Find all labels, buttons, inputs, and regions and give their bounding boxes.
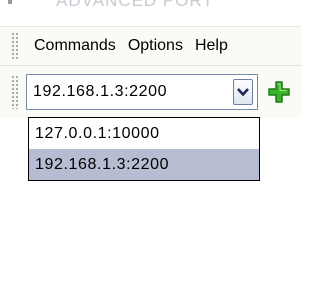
menu-commands[interactable]: Commands [28,37,122,55]
window-title: ADVANCED PORT [56,0,214,10]
menu-options[interactable]: Options [122,37,189,55]
title-bar: ADVANCED PORT [0,0,301,26]
app-icon [8,0,12,4]
toolbar-grip-handle[interactable] [10,75,20,109]
toolbar: 192.168.1.3:2200 [0,66,301,118]
address-value[interactable]: 192.168.1.3:2200 [27,83,233,101]
address-combobox[interactable]: 192.168.1.3:2200 [26,74,258,110]
address-dropdown-list: 127.0.0.1:10000 192.168.1.3:2200 [28,117,260,181]
menu-help[interactable]: Help [189,37,234,55]
plus-icon[interactable] [264,77,294,107]
dropdown-option-1[interactable]: 127.0.0.1:10000 [29,118,259,149]
menubar-grip-handle[interactable] [10,32,20,60]
dropdown-option-2[interactable]: 192.168.1.3:2200 [29,149,259,180]
chevron-down-icon[interactable] [233,79,253,105]
menu-bar: Commands Options Help [0,26,301,66]
